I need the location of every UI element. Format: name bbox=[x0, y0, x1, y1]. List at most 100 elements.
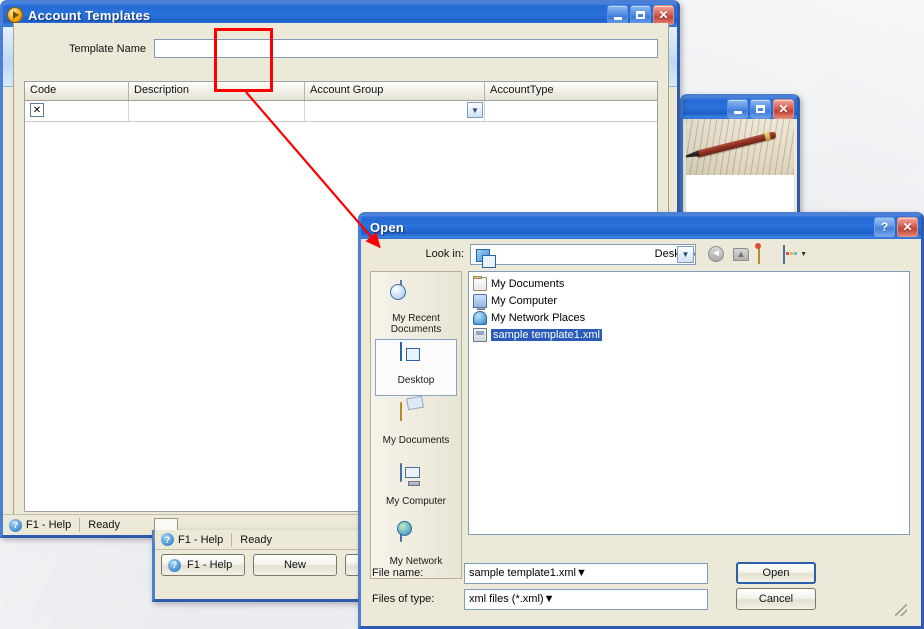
open-file-dialog[interactable]: Open ? ✕ Look in: Desktop ▼ ◄ ▲ ▼ My Rec… bbox=[358, 212, 924, 629]
file-list[interactable]: My Documents My Computer My Network Plac… bbox=[468, 271, 910, 535]
grid-cell-description[interactable] bbox=[129, 101, 305, 121]
file-name-input[interactable]: sample template1.xml ▼ bbox=[464, 562, 708, 584]
row-delete-icon[interactable]: ✕ bbox=[30, 103, 44, 117]
chevron-down-icon[interactable]: ▼ bbox=[677, 245, 694, 263]
help-circle-icon[interactable]: ? bbox=[161, 533, 174, 546]
place-my-computer[interactable]: My Computer bbox=[375, 461, 457, 518]
picture-window-titlebar[interactable]: ✕ bbox=[683, 97, 797, 119]
file-name-value: sample template1.xml bbox=[469, 567, 576, 579]
new-button-label: New bbox=[283, 559, 306, 571]
look-in-row: Look in: Desktop ▼ ◄ ▲ ▼ bbox=[364, 239, 918, 269]
chevron-down-icon: ▼ bbox=[800, 250, 807, 258]
template-name-input[interactable] bbox=[154, 39, 658, 58]
cancel-button[interactable]: Cancel bbox=[736, 588, 816, 610]
question-mark-icon: ? bbox=[880, 220, 889, 234]
grid-header-row: Code Description Account Group AccountTy… bbox=[25, 82, 657, 101]
open-button-label: Open bbox=[762, 567, 790, 579]
recent-documents-icon bbox=[400, 280, 432, 311]
resize-grip-icon[interactable] bbox=[895, 604, 907, 616]
app-orb-icon bbox=[7, 7, 23, 23]
place-label-my-computer: My Computer bbox=[385, 495, 446, 507]
chevron-down-icon[interactable]: ▼ bbox=[576, 567, 587, 579]
help-circle-icon: ? bbox=[168, 558, 181, 572]
open-dialog-title: Open bbox=[370, 219, 405, 235]
grid-column-account-group[interactable]: Account Group bbox=[305, 82, 485, 100]
grid-cell-account-type[interactable] bbox=[485, 101, 657, 121]
status-help-key: F1 - Help bbox=[26, 519, 72, 531]
my-network-icon bbox=[473, 310, 487, 325]
minimize-button[interactable] bbox=[727, 99, 748, 119]
folder-documents-icon bbox=[473, 275, 487, 291]
close-icon: ✕ bbox=[658, 8, 669, 22]
grid-column-description[interactable]: Description bbox=[129, 82, 305, 100]
close-button[interactable]: ✕ bbox=[773, 99, 794, 119]
open-dialog-footer: File name: sample template1.xml ▼ Open F… bbox=[370, 562, 910, 618]
template-name-label: Template Name bbox=[68, 42, 146, 55]
views-icon[interactable]: ▼ bbox=[783, 244, 807, 264]
list-item[interactable]: My Documents bbox=[471, 275, 907, 292]
maximize-icon bbox=[636, 11, 645, 19]
desktop-icon bbox=[400, 342, 432, 373]
secondary-status-text: Ready bbox=[240, 533, 273, 546]
files-of-type-value: xml files (*.xml) bbox=[469, 593, 544, 605]
grid-column-account-type[interactable]: AccountType bbox=[485, 82, 657, 100]
close-icon: ✕ bbox=[902, 220, 913, 234]
f1-help-button-label: F1 - Help bbox=[187, 559, 233, 571]
new-button[interactable]: New bbox=[253, 554, 337, 576]
file-name-label: My Documents bbox=[491, 277, 565, 290]
place-desktop[interactable]: Desktop bbox=[375, 339, 457, 396]
chevron-down-icon[interactable]: ▼ bbox=[544, 593, 555, 605]
file-name-label: My Network Places bbox=[491, 311, 586, 324]
place-label-line2: Documents bbox=[390, 324, 442, 335]
minimize-icon bbox=[613, 16, 622, 20]
files-of-type-row: Files of type: xml files (*.xml) ▼ Cance… bbox=[370, 588, 910, 610]
look-in-combobox[interactable]: Desktop ▼ bbox=[470, 243, 696, 268]
open-button[interactable]: Open bbox=[736, 562, 816, 584]
help-button[interactable]: ? bbox=[874, 217, 895, 237]
chevron-down-icon[interactable]: ▼ bbox=[467, 102, 483, 118]
f1-help-button[interactable]: ? F1 - Help bbox=[161, 554, 245, 576]
open-dialog-titlebar[interactable]: Open ? ✕ bbox=[361, 215, 921, 239]
list-item-selected[interactable]: sample template1.xml bbox=[471, 326, 907, 343]
files-of-type-combobox[interactable]: xml files (*.xml) ▼ bbox=[464, 588, 708, 610]
help-circle-icon[interactable]: ? bbox=[9, 518, 22, 532]
list-item[interactable]: My Network Places bbox=[471, 309, 907, 326]
up-one-level-icon[interactable]: ▲ bbox=[733, 246, 751, 263]
secondary-status-help-key: F1 - Help bbox=[178, 533, 224, 546]
minimize-button[interactable] bbox=[607, 5, 628, 25]
open-dialog-buttons: ? ✕ bbox=[874, 217, 918, 237]
file-name-label-text: File name: bbox=[372, 567, 424, 579]
main-window-buttons: ✕ bbox=[607, 5, 674, 25]
file-name-label: My Computer bbox=[491, 294, 558, 307]
files-of-type-label-text: Files of type: bbox=[372, 593, 435, 605]
place-my-documents[interactable]: My Documents bbox=[375, 400, 457, 457]
maximize-button[interactable] bbox=[750, 99, 771, 119]
new-folder-icon[interactable] bbox=[758, 244, 776, 264]
back-icon[interactable]: ◄ bbox=[708, 245, 726, 263]
desktop-icon bbox=[476, 248, 496, 268]
my-computer-icon bbox=[400, 462, 432, 494]
picture-preview-window[interactable]: ✕ bbox=[680, 94, 800, 224]
grid-cell-code[interactable]: ✕ bbox=[25, 101, 129, 121]
status-text: Ready bbox=[88, 519, 121, 531]
status-separator bbox=[79, 518, 81, 532]
close-button[interactable]: ✕ bbox=[897, 217, 918, 237]
look-in-label: Look in: bbox=[425, 248, 464, 260]
maximize-button[interactable] bbox=[630, 5, 651, 25]
fountain-pen-photo bbox=[686, 119, 794, 175]
cancel-button-label: Cancel bbox=[758, 593, 794, 605]
minimize-icon bbox=[733, 110, 742, 114]
close-button[interactable]: ✕ bbox=[653, 5, 674, 25]
navigation-icons: ◄ ▲ ▼ bbox=[708, 244, 807, 264]
list-item[interactable]: My Computer bbox=[471, 292, 907, 310]
status-separator bbox=[231, 532, 233, 547]
place-my-recent-documents[interactable]: My Recent Documents bbox=[375, 278, 457, 335]
picture-window-body bbox=[686, 119, 794, 221]
table-row[interactable]: ✕ ▼ bbox=[25, 101, 657, 122]
template-name-row: Template Name bbox=[14, 23, 668, 68]
pen-illustration bbox=[695, 131, 777, 158]
grid-column-code[interactable]: Code bbox=[25, 82, 129, 100]
grid-cell-account-group[interactable]: ▼ bbox=[305, 101, 485, 121]
file-name-row: File name: sample template1.xml ▼ Open bbox=[370, 562, 910, 584]
places-bar: My Recent Documents Desktop My Documents… bbox=[370, 271, 462, 579]
